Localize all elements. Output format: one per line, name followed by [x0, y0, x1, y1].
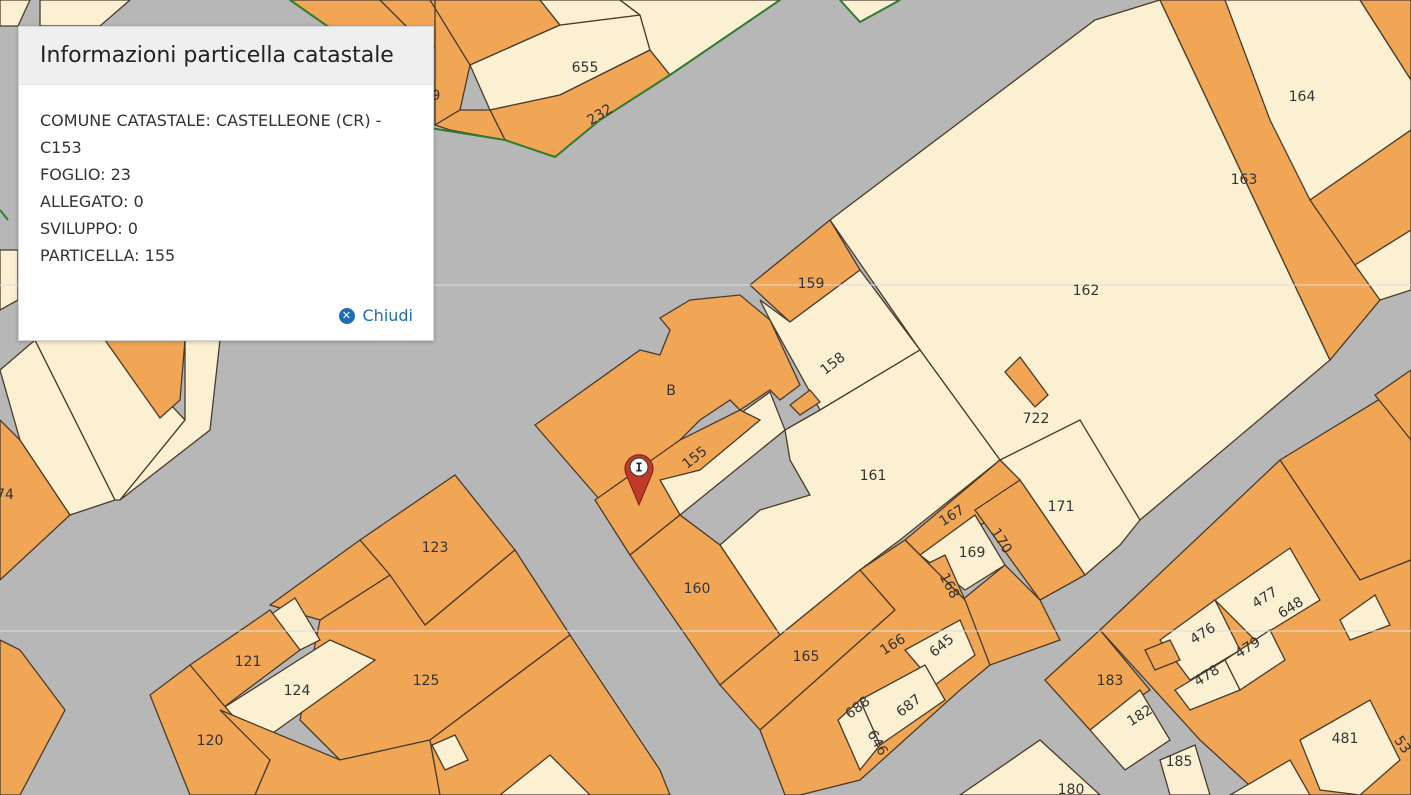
parcel-label: 123	[422, 540, 449, 556]
info-particella: PARTICELLA: 155	[40, 246, 176, 265]
parcel-label: B	[666, 383, 676, 399]
parcel-label: 159	[798, 276, 825, 292]
close-label[interactable]: Chiudi	[363, 306, 414, 325]
parcel-info-popup: Informazioni particella catastale COMUNE…	[18, 26, 434, 341]
parcel-label: 722	[1023, 411, 1050, 427]
parcel-label: 124	[284, 683, 311, 699]
parcel-label: 655	[572, 60, 599, 76]
parcel-label: 185	[1166, 754, 1193, 770]
parcel-label: 125	[413, 673, 440, 689]
info-comune: COMUNE CATASTALE: CASTELLEONE (CR) - C15…	[40, 111, 382, 157]
parcel-label: 180	[1058, 782, 1085, 795]
close-circle-icon[interactable]: ✕	[338, 307, 355, 324]
parcel-label: 160	[684, 581, 711, 597]
parcel-label: 161	[860, 468, 887, 484]
popup-header: Informazioni particella catastale	[19, 27, 433, 85]
parcel-label: 120	[197, 733, 224, 749]
parcel-label: 121	[235, 654, 262, 670]
popup-title: Informazioni particella catastale	[40, 43, 394, 68]
pin-letter: I	[635, 461, 642, 475]
popup-body: COMUNE CATASTALE: CASTELLEONE (CR) - C15…	[19, 85, 433, 269]
info-foglio: FOGLIO: 23	[40, 165, 131, 184]
parcel-area	[0, 249, 19, 311]
info-sviluppo: SVILUPPO: 0	[40, 219, 138, 238]
parcel-label: 163	[1231, 172, 1258, 188]
close-button[interactable]: ✕ Chiudi	[338, 306, 414, 325]
parcel-label: 162	[1073, 283, 1100, 299]
parcel-label: 171	[1048, 499, 1075, 515]
parcel-label: 169	[959, 545, 986, 561]
parcel-label: 183	[1097, 673, 1124, 689]
parcel-label: 74	[0, 487, 14, 503]
info-allegato: ALLEGATO: 0	[40, 192, 144, 211]
parcel-label: 165	[793, 649, 820, 665]
parcel-label: 481	[1332, 731, 1359, 747]
parcel-label: 164	[1289, 89, 1316, 105]
